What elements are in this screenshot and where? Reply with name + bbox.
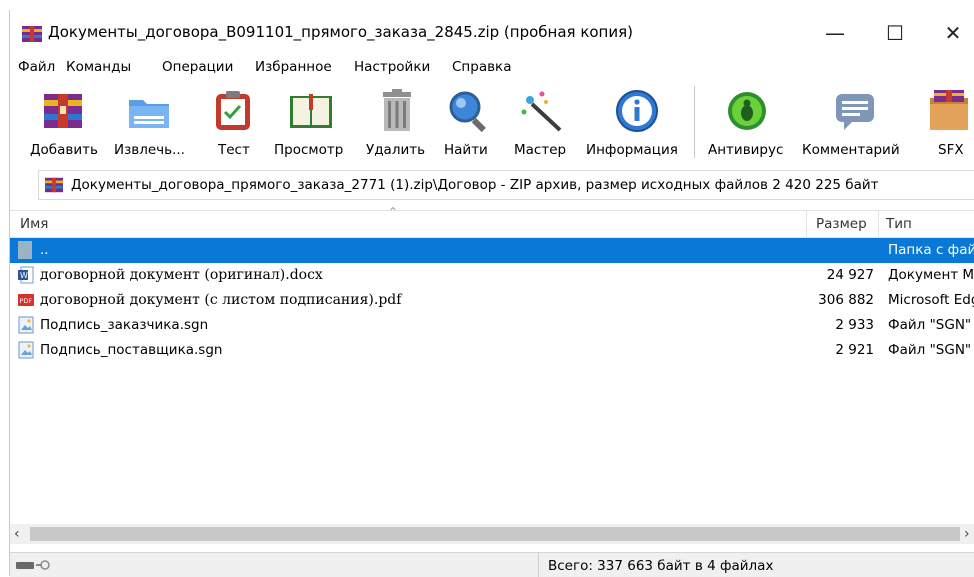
menu-settings[interactable]: Настройки	[354, 59, 430, 75]
add-button[interactable]: Добавить	[28, 80, 98, 164]
delete-label: Удалить	[366, 142, 425, 158]
image-file-icon	[18, 341, 34, 359]
extract-button[interactable]: Извлечь...	[110, 80, 188, 164]
winrar-window: Документы_договора_B091101_прямого_заказ…	[10, 10, 974, 576]
column-type[interactable]: Тип	[886, 216, 912, 232]
file-type: Файл "SGN"	[888, 342, 974, 358]
column-name[interactable]: Имя	[20, 216, 48, 232]
test-label: Тест	[218, 142, 250, 158]
menu-operations[interactable]: Операции	[162, 59, 233, 75]
file-name: Подпись_поставщика.sgn	[40, 342, 222, 358]
file-type: Microsoft Edge PDF Document	[888, 292, 974, 308]
column-divider[interactable]	[806, 211, 807, 237]
file-size: 2 921	[835, 342, 874, 358]
svg-text:W: W	[20, 271, 28, 280]
test-clipboard-icon	[210, 88, 256, 134]
file-size: 24 927	[827, 267, 874, 283]
file-list: .. Папка с файлами W договорной документ…	[10, 238, 974, 363]
pdf-icon: PDF	[18, 291, 34, 309]
horizontal-scrollbar[interactable]: ‹ ›	[10, 524, 974, 544]
svg-text:PDF: PDF	[20, 297, 33, 305]
winrar-app-icon	[22, 24, 42, 44]
add-label: Добавить	[30, 142, 98, 158]
status-bar: Всего: 337 663 байт в 4 файлах	[10, 552, 974, 577]
menu-help[interactable]: Справка	[452, 59, 511, 75]
find-button[interactable]: Найти	[442, 80, 498, 164]
scroll-right-icon[interactable]: ›	[964, 526, 970, 542]
magic-wand-icon	[520, 88, 566, 134]
image-file-icon	[18, 316, 34, 334]
folder-up-icon	[18, 241, 34, 259]
file-row-parent[interactable]: .. Папка с файлами	[10, 238, 974, 263]
comment-button[interactable]: Комментарий	[802, 80, 910, 164]
word-doc-icon: W	[18, 266, 34, 284]
file-size: 2 933	[835, 317, 874, 333]
view-label: Просмотр	[274, 142, 343, 158]
antivirus-button[interactable]: Антивирус	[706, 80, 790, 164]
menu-favorites[interactable]: Избранное	[255, 59, 332, 75]
extract-folder-icon	[126, 88, 172, 134]
menu-bar: Файл Команды Операции Избранное Настройк…	[10, 57, 974, 79]
extract-label: Извлечь...	[114, 142, 185, 158]
delete-button[interactable]: Удалить	[364, 80, 430, 164]
minimize-button[interactable]: —	[810, 10, 860, 56]
column-divider[interactable]	[878, 211, 879, 237]
list-header: Имя ⌃ Размер Тип	[10, 210, 974, 238]
file-size: 306 882	[818, 292, 874, 308]
toolbar: Добавить Извлечь... Тест	[10, 80, 974, 164]
info-label: Информация	[586, 142, 678, 158]
file-name: договорной документ (с листом подписания…	[40, 292, 401, 308]
maximize-button[interactable]: ☐	[870, 10, 920, 56]
address-path: Документы_договора_прямого_заказа_2771 (…	[71, 177, 879, 193]
close-button[interactable]: ✕	[928, 10, 974, 56]
magnifier-icon	[446, 88, 492, 134]
archive-icon	[45, 176, 63, 194]
add-archive-icon	[40, 88, 86, 134]
status-divider	[538, 553, 539, 577]
sfx-button[interactable]: SFX	[920, 80, 974, 164]
file-type: Документ Microsoft Word	[888, 267, 974, 283]
info-button[interactable]: Информация	[584, 80, 688, 164]
antivirus-bug-icon	[724, 88, 770, 134]
menu-file[interactable]: Файл	[18, 59, 55, 75]
drive-key-icon	[16, 559, 56, 571]
column-size[interactable]: Размер	[816, 216, 867, 232]
status-summary: Всего: 337 663 байт в 4 файлах	[548, 558, 773, 574]
wizard-label: Мастер	[514, 142, 566, 158]
file-type: Папка с файлами	[888, 242, 974, 258]
address-bar[interactable]: Документы_договора_прямого_заказа_2771 (…	[38, 170, 974, 200]
comment-label: Комментарий	[802, 142, 900, 158]
window-title: Документы_договора_B091101_прямого_заказ…	[48, 23, 633, 41]
file-name: договорной документ (оригинал).docx	[40, 267, 323, 283]
trash-bin-icon	[374, 88, 420, 134]
antivirus-label: Антивирус	[708, 142, 783, 158]
title-bar: Документы_договора_B091101_прямого_заказ…	[10, 10, 974, 56]
find-label: Найти	[444, 142, 488, 158]
file-row[interactable]: W договорной документ (оригинал).docx 24…	[10, 263, 974, 288]
file-name: Подпись_заказчика.sgn	[40, 317, 208, 333]
view-button[interactable]: Просмотр	[274, 80, 354, 164]
scrollbar-thumb[interactable]	[30, 527, 960, 541]
file-type: Файл "SGN"	[888, 317, 974, 333]
wizard-button[interactable]: Мастер	[510, 80, 576, 164]
file-row[interactable]: Подпись_поставщика.sgn 2 921 Файл "SGN"	[10, 338, 974, 363]
sfx-label: SFX	[938, 142, 964, 158]
file-row[interactable]: PDF договорной документ (с листом подпис…	[10, 288, 974, 313]
sort-ascending-icon: ⌃	[388, 205, 398, 219]
test-button[interactable]: Тест	[208, 80, 258, 164]
menu-commands[interactable]: Команды	[66, 59, 131, 75]
file-name: ..	[40, 242, 49, 258]
comment-bubble-icon	[832, 88, 878, 134]
view-book-icon	[288, 88, 334, 134]
info-icon	[614, 88, 660, 134]
scroll-left-icon[interactable]: ‹	[14, 526, 20, 542]
sfx-archive-icon	[926, 88, 972, 134]
file-row[interactable]: Подпись_заказчика.sgn 2 933 Файл "SGN"	[10, 313, 974, 338]
toolbar-separator	[694, 86, 695, 158]
